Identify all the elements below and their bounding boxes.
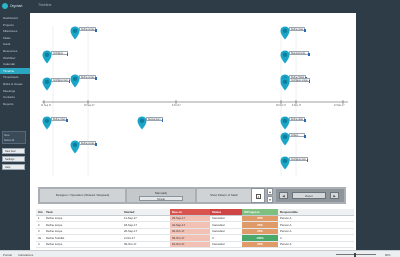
timeline-node-label[interactable]: Review item [146,117,163,122]
timeline-node-label[interactable]: Configure item [51,78,71,83]
settings-button[interactable]: Settings [2,156,25,162]
tasks-table: Itm Task Started Due on Status %Progress… [36,209,354,249]
status-bar: Portrait Calculations 82% [0,250,400,257]
right-panel-strip [356,0,400,250]
sidebar-item-milestones[interactable]: Milestones [0,28,30,35]
sidebar-item-projects[interactable]: Projects [0,22,30,29]
timeline-node-label[interactable]: Configure item [289,157,309,162]
timeline-node-label[interactable]: Collect... [289,133,306,138]
sidebar-item-timesheets[interactable]: Timesheets [0,74,30,81]
table-row[interactable]: 4 Define scope 09-Oct-17 16-Oct-17 Cancelled… [36,241,354,248]
down-arrow-icon[interactable]: ▼ [267,196,273,203]
stack-count-input[interactable]: 4 [256,193,261,199]
sidebar-item-tasks[interactable]: Tasks [0,35,30,42]
axis-tick-label: 30 Oct 17 [276,105,286,107]
status-calculations[interactable]: Calculations [18,253,33,257]
sidebar-item-gantt[interactable]: Gantt [0,41,30,48]
cell-status: Cancelled [210,241,242,248]
stack-pattern-label: Show Pattern of Stack [197,189,251,202]
axis-tick-label: 6 Nov 17 [292,105,302,107]
sidebar-item-resources[interactable]: Resources [0,48,30,55]
sidebar-item-timeline[interactable]: Timeline [0,67,30,75]
up-arrow-icon[interactable]: ▲ [267,188,273,195]
stack-count-box: 4 [251,188,265,203]
timeline-node-label[interactable]: Define scope [79,27,98,32]
scope-label: Designer / Operation (Shared / Elapsed) [40,189,125,202]
sidebar-item-meetings[interactable]: Meetings [0,88,30,95]
sidebar-item-workflow[interactable]: Workflow [0,55,30,62]
zoom-nav: ◀ Zoom ▶ [276,189,344,202]
mode-title: Manually [154,190,167,195]
logo-icon [2,3,8,9]
zoom-slider[interactable] [336,254,376,255]
axis-tick-label: 9 Oct 17 [172,105,181,107]
prev-button[interactable]: ◀ [279,192,288,199]
sidebar: Orgchart Dashboard Projects Milestones Task… [0,0,30,257]
select-all-link[interactable]: Select all [4,139,14,142]
cell-task: Define scope [44,241,122,248]
axis-tick-label: 13 Nov 17 [334,105,345,107]
logo-text: Orgchart [10,4,23,8]
sidebar-item-contacts[interactable]: Contacts [0,94,30,101]
timeline-node-label[interactable]: Configure scope [289,78,310,83]
new-item-button[interactable]: New Item [2,148,25,154]
timeline-node-label[interactable]: Define roles [289,27,307,32]
timeline-canvas[interactable]: Define scope Configure ... Define scope Con… [36,16,354,184]
page-title: Timeline [38,3,52,7]
zoom-level: 82% [385,252,391,257]
sidebar-nav: Dashboard Projects Milestones Tasks Gantt Res… [0,15,30,107]
app-logo[interactable]: Orgchart [2,3,22,9]
cell-itm: 4 [36,241,44,248]
sidebar-item-reports[interactable]: Reports [0,101,30,108]
mode-select[interactable]: Simple [139,195,183,201]
timeline-node-label[interactable]: Define scope [79,75,98,80]
view-panel: View Select all [2,131,26,144]
status-portrait[interactable]: Portrait [3,253,12,257]
view-panel-label: View [4,133,10,137]
axis-tick-label: 18 Sep 17 [84,105,95,107]
cell-started: 09-Oct-17 [122,241,170,248]
control-panel: Designer / Operation (Shared / Elapsed) … [38,187,346,204]
next-button[interactable]: ▶ [330,192,339,199]
stack-stepper: ▲ ▼ [267,188,273,203]
zoom-button[interactable]: Zoom [292,192,326,199]
cell-due: 16-Oct-17 [170,241,210,248]
cell-progress: 25% [242,241,278,248]
zoom-slider-thumb[interactable] [354,252,356,257]
sidebar-item-dashboard[interactable]: Dashboard [0,15,30,22]
axis-tick-label: 11 Sep 17 [41,105,52,107]
help-button[interactable]: Help [2,164,25,170]
mode-panel: Manually Simple [127,189,195,202]
timeline-node-label[interactable]: Define roles [51,117,69,122]
cell-responsible: Person A [278,241,354,248]
timeline-node-label[interactable]: Define scope [79,141,98,146]
timeline-node-label[interactable]: Requirements... [289,51,310,56]
timeline-node-label[interactable]: Define data [289,117,306,122]
sidebar-item-risks-issues[interactable]: Risks & Issues [0,81,30,88]
sidebar-item-calendar[interactable]: Calendar [0,61,30,68]
timeline-node-label[interactable]: Configure ... [51,51,68,56]
top-bar: Timeline [30,0,356,13]
